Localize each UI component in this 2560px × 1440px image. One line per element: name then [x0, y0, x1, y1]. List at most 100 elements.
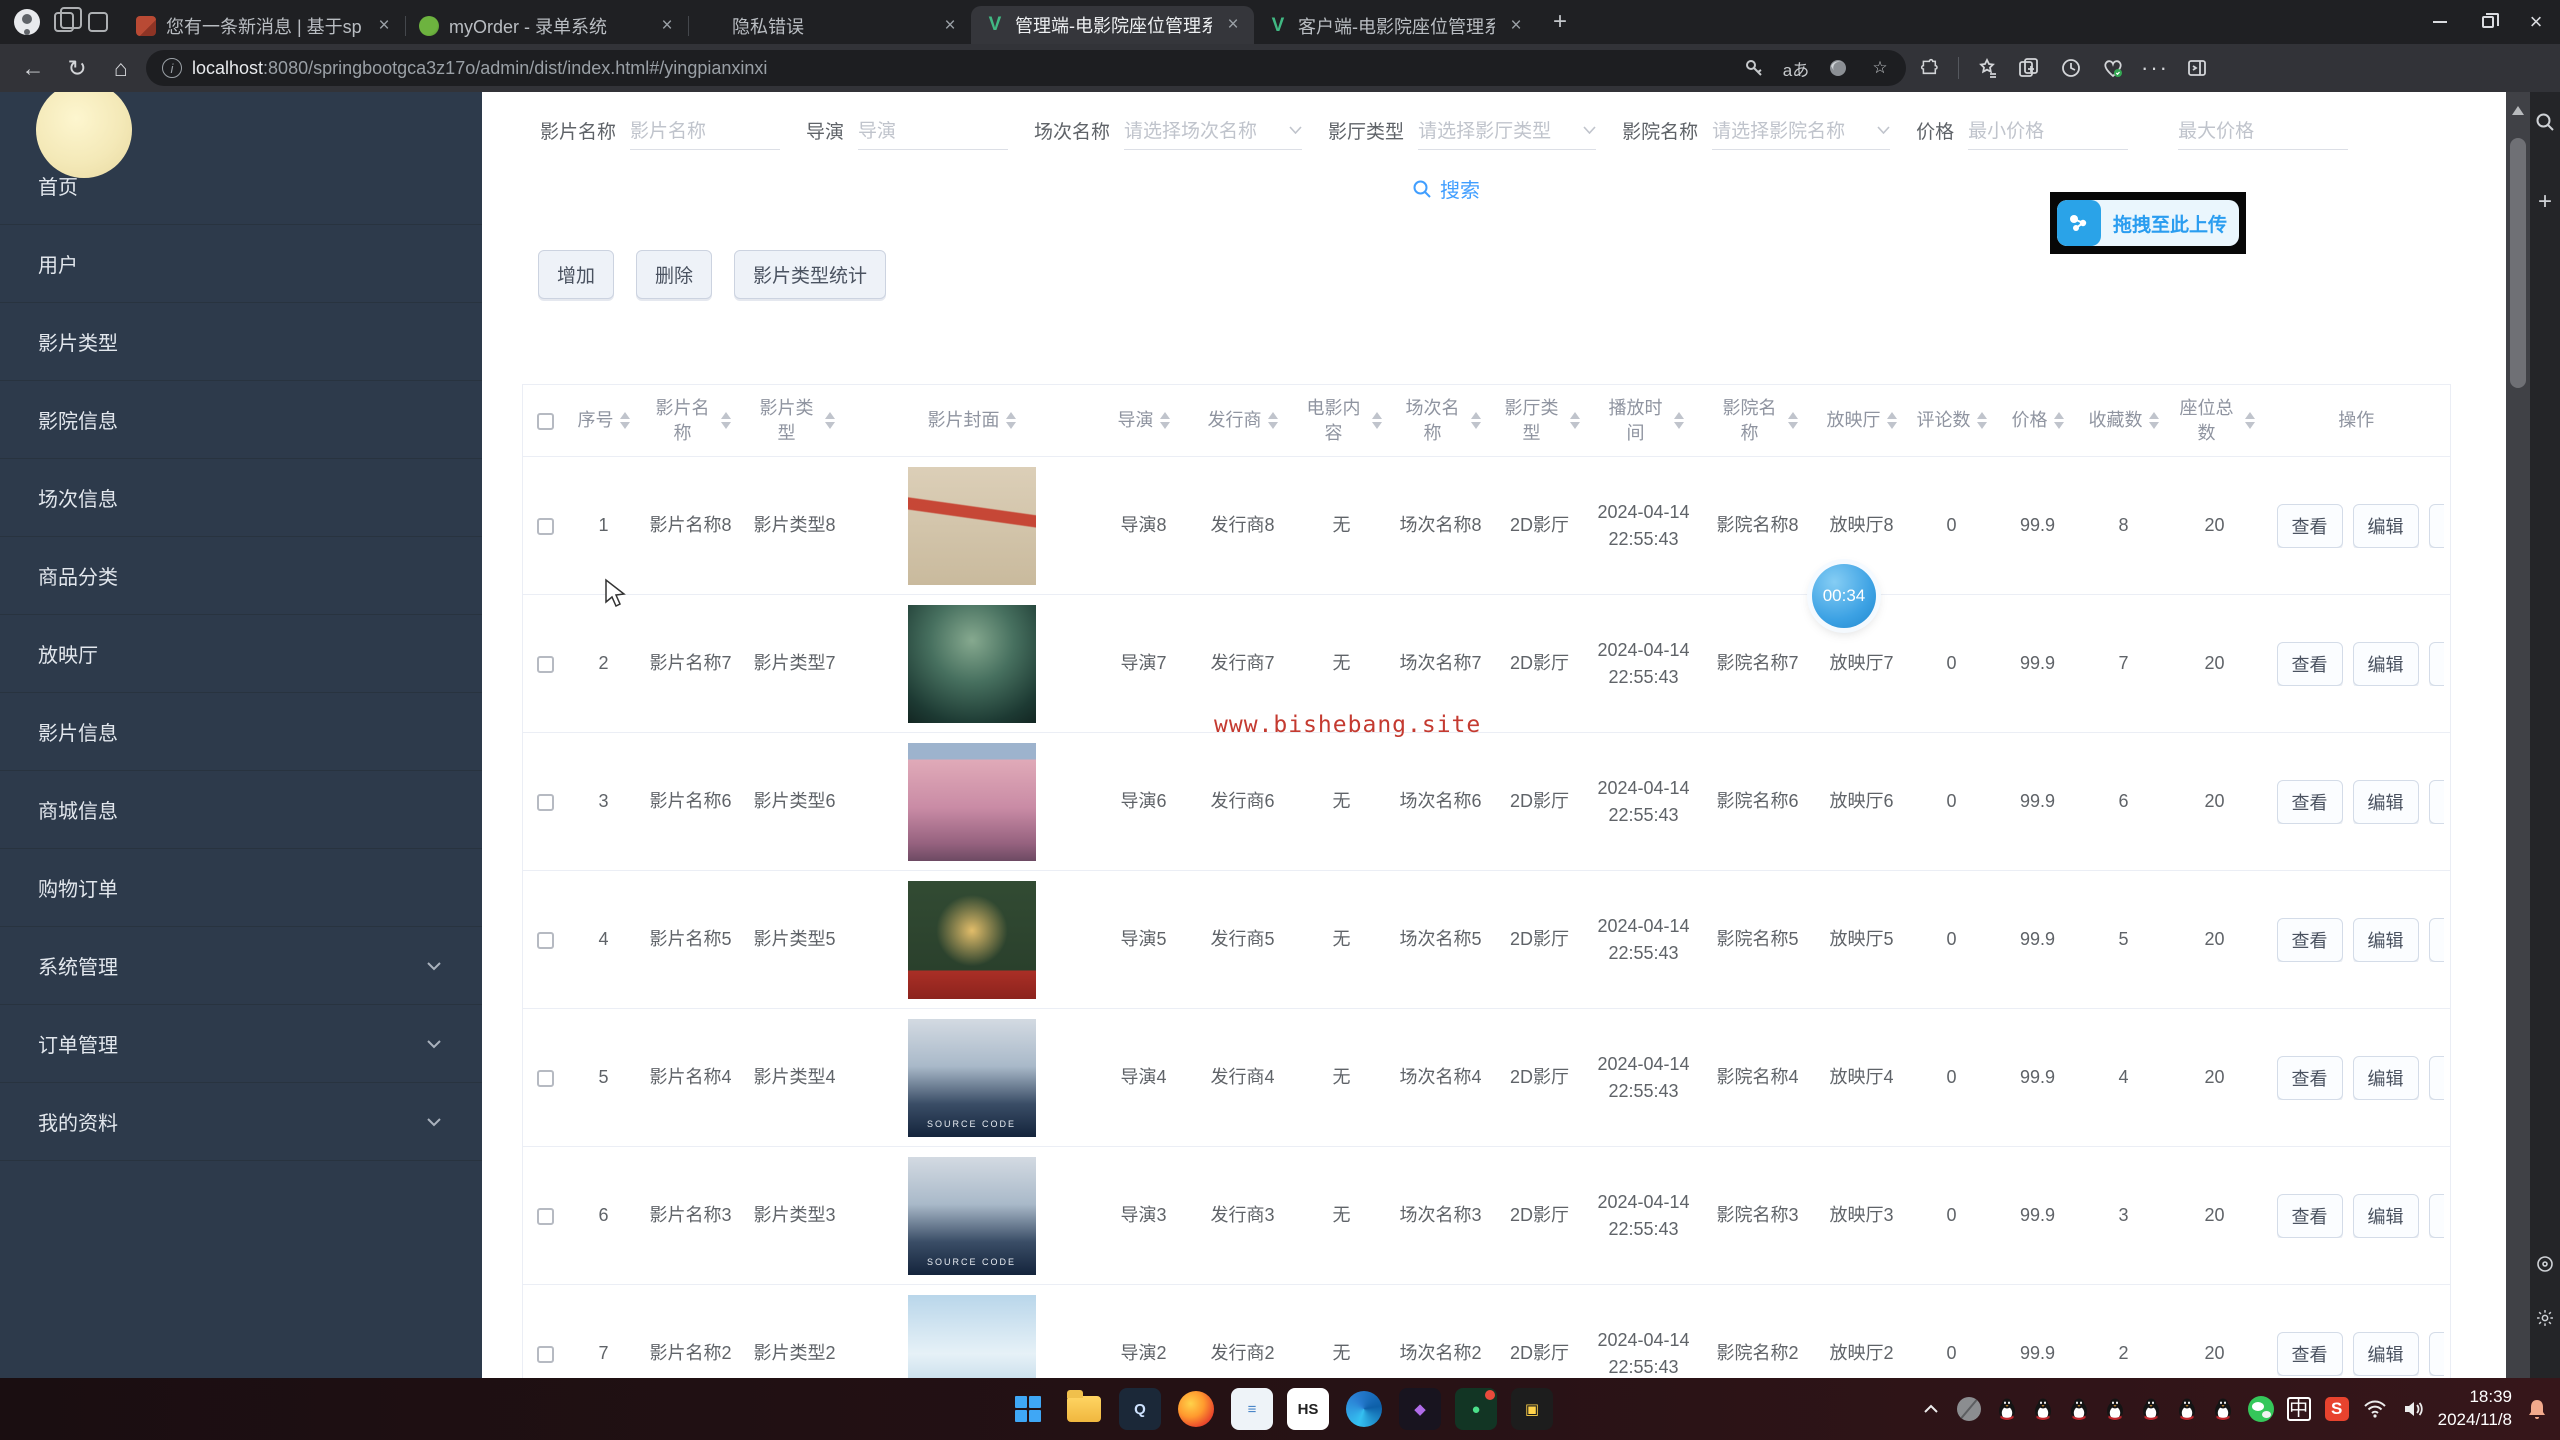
address-bar[interactable]: i localhost:8080/springbootgca3z17o/admi…	[146, 50, 1906, 86]
sort-caret-icon[interactable]	[1268, 412, 1278, 429]
history-icon[interactable]	[2053, 50, 2089, 86]
row-button-cutoff[interactable]: 查看	[2429, 504, 2445, 548]
filter-input[interactable]: 导演	[858, 110, 1008, 150]
restore-button[interactable]	[2464, 0, 2512, 44]
qq-app-icon[interactable]: Q	[1119, 1388, 1161, 1430]
qq-penguin-icon[interactable]	[1994, 1396, 2020, 1422]
browser-health-icon[interactable]	[2095, 50, 2131, 86]
sort-caret-icon[interactable]	[825, 412, 835, 429]
browser-essentials-icon[interactable]	[1822, 52, 1854, 84]
button-增加[interactable]: 增加	[538, 250, 614, 299]
qq-penguin-icon[interactable]	[2174, 1396, 2200, 1422]
refresh-icon[interactable]: ↻	[58, 49, 96, 87]
row-checkbox[interactable]	[537, 656, 554, 673]
tab-groups-icon[interactable]	[2011, 50, 2047, 86]
sidebar-item-用户[interactable]: 用户	[0, 225, 482, 303]
qq-penguin-icon[interactable]	[2030, 1396, 2056, 1422]
sidebar-item-影院信息[interactable]: 影院信息	[0, 381, 482, 459]
firefox-icon[interactable]	[1175, 1388, 1217, 1430]
sort-caret-icon[interactable]	[1372, 412, 1382, 429]
tab-close-icon[interactable]: ×	[373, 15, 395, 37]
screen-record-timer[interactable]: 00:34	[1812, 564, 1876, 628]
new-tab-button[interactable]: +	[1543, 5, 1577, 39]
wifi-icon[interactable]	[2362, 1396, 2388, 1422]
browser-tab[interactable]: myOrder - 录单系统×	[405, 8, 688, 44]
row-checkbox[interactable]	[537, 794, 554, 811]
sidebar-item-商品分类[interactable]: 商品分类	[0, 537, 482, 615]
dev-app-icon[interactable]: ▣	[1511, 1388, 1553, 1430]
browser-tab[interactable]: 您有一条新消息 | 基于springboot×	[122, 8, 405, 44]
sidebar-search-icon[interactable]	[2533, 110, 2557, 134]
row-button-查看[interactable]: 查看	[2277, 918, 2343, 962]
sidebar-item-影片信息[interactable]: 影片信息	[0, 693, 482, 771]
sort-caret-icon[interactable]	[620, 412, 630, 429]
sidebar-item-商城信息[interactable]: 商城信息	[0, 771, 482, 849]
scrollbar-thumb[interactable]	[2510, 138, 2526, 388]
sidebar-item-系统管理[interactable]: 系统管理	[0, 927, 482, 1005]
extensions-icon[interactable]	[1912, 50, 1948, 86]
favorite-star-icon[interactable]: ☆	[1864, 52, 1896, 84]
row-button-查看[interactable]: 查看	[2277, 1194, 2343, 1238]
sort-caret-icon[interactable]	[2149, 412, 2159, 429]
sort-caret-icon[interactable]	[1160, 412, 1170, 429]
filter-select[interactable]: 请选择影厅类型	[1418, 110, 1596, 150]
row-checkbox[interactable]	[537, 1208, 554, 1225]
hs-app-icon[interactable]: HS	[1287, 1388, 1329, 1430]
filter-select[interactable]: 请选择影院名称	[1712, 110, 1890, 150]
row-button-编辑[interactable]: 编辑	[2353, 780, 2419, 824]
sort-caret-icon[interactable]	[1006, 412, 1016, 429]
tray-chevron-up-icon[interactable]	[1918, 1396, 1944, 1422]
row-button-cutoff[interactable]: 查看	[2429, 780, 2445, 824]
sort-caret-icon[interactable]	[2054, 412, 2064, 429]
filter-select[interactable]: 请选择场次名称	[1124, 110, 1302, 150]
file-explorer-icon[interactable]	[1063, 1388, 1105, 1430]
row-button-编辑[interactable]: 编辑	[2353, 642, 2419, 686]
row-checkbox[interactable]	[537, 932, 554, 949]
qq-penguin-icon[interactable]	[2138, 1396, 2164, 1422]
row-button-编辑[interactable]: 编辑	[2353, 1056, 2419, 1100]
sidebar-apps-icon[interactable]	[2533, 1252, 2557, 1276]
sidebar-item-我的资料[interactable]: 我的资料	[0, 1083, 482, 1161]
home-icon[interactable]: ⌂	[102, 49, 140, 87]
row-button-查看[interactable]: 查看	[2277, 1056, 2343, 1100]
tab-close-icon[interactable]: ×	[939, 15, 961, 37]
volume-icon[interactable]	[2400, 1396, 2426, 1422]
sidebar-item-购物订单[interactable]: 购物订单	[0, 849, 482, 927]
sort-caret-icon[interactable]	[1977, 412, 1987, 429]
sidebar-item-影片类型[interactable]: 影片类型	[0, 303, 482, 381]
row-button-编辑[interactable]: 编辑	[2353, 1194, 2419, 1238]
row-button-cutoff[interactable]: 查看	[2429, 1332, 2445, 1376]
tab-close-icon[interactable]: ×	[656, 15, 678, 37]
browser-tab[interactable]: V管理端-电影院座位管理系统×	[971, 6, 1254, 44]
sort-caret-icon[interactable]	[1570, 412, 1580, 429]
row-button-cutoff[interactable]: 查看	[2429, 918, 2445, 962]
filter-input-max[interactable]: 最大价格	[2178, 110, 2348, 150]
row-button-编辑[interactable]: 编辑	[2353, 1332, 2419, 1376]
tab-close-icon[interactable]: ×	[1505, 15, 1527, 37]
notes-app-icon[interactable]: ≡	[1231, 1388, 1273, 1430]
sidebar-toggle-icon[interactable]	[2179, 50, 2215, 86]
minimize-button[interactable]	[2416, 0, 2464, 44]
qq-penguin-icon[interactable]	[2066, 1396, 2092, 1422]
browser-profile-icon[interactable]	[14, 9, 40, 35]
row-button-cutoff[interactable]: 查看	[2429, 1194, 2445, 1238]
row-checkbox[interactable]	[537, 1070, 554, 1087]
settings-more-icon[interactable]: ···	[2137, 50, 2173, 86]
qq-penguin-icon[interactable]	[2102, 1396, 2128, 1422]
sort-caret-icon[interactable]	[2245, 412, 2255, 429]
sidebar-item-首页[interactable]: 首页	[0, 147, 482, 225]
row-button-查看[interactable]: 查看	[2277, 642, 2343, 686]
onedrive-paused-icon[interactable]	[1956, 1396, 1982, 1422]
site-info-icon[interactable]: i	[162, 58, 182, 78]
button-删除[interactable]: 删除	[636, 250, 712, 299]
start-button[interactable]	[1007, 1388, 1049, 1430]
sidebar-settings-gear-icon[interactable]	[2533, 1306, 2557, 1330]
page-scrollbar[interactable]	[2506, 92, 2530, 1378]
row-button-cutoff[interactable]: 查看	[2429, 642, 2445, 686]
filter-input[interactable]: 影片名称	[630, 110, 780, 150]
tab-close-icon[interactable]: ×	[1222, 14, 1244, 36]
sogou-tray-icon[interactable]: S	[2324, 1396, 2350, 1422]
notification-bell-icon[interactable]	[2524, 1396, 2550, 1422]
browser-tab[interactable]: V客户端-电影院座位管理系统×	[1254, 8, 1537, 44]
search-button[interactable]: 搜索	[1412, 174, 1480, 203]
